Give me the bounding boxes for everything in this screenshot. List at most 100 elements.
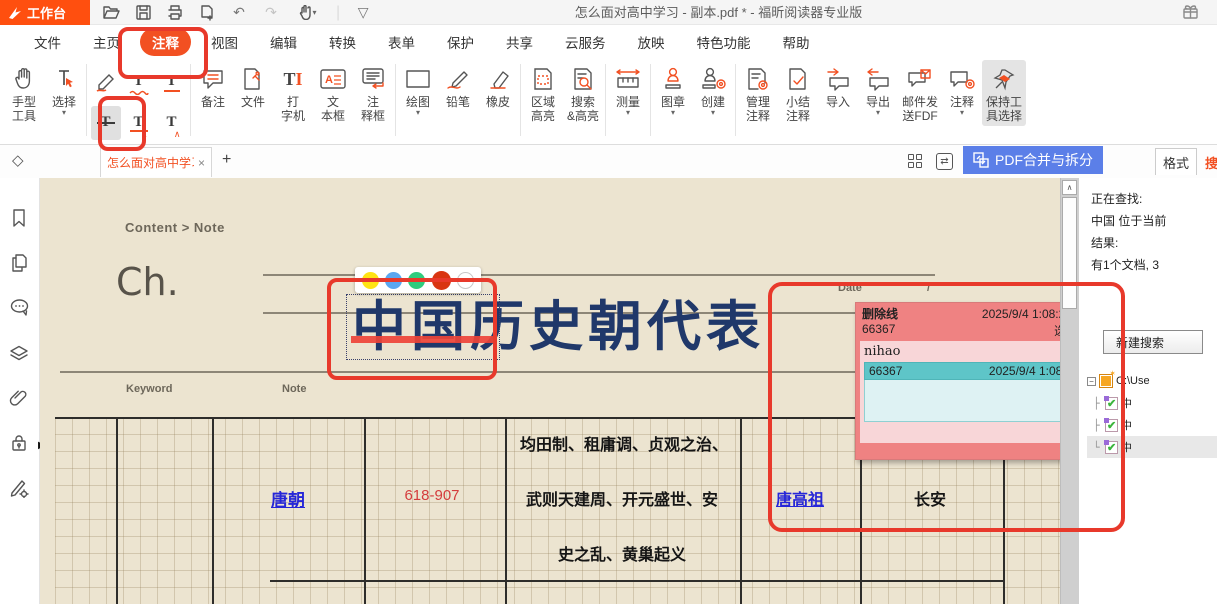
document-page[interactable]: Content > Note Ch. Keyword Note Date / 中… (40, 178, 1100, 604)
comment-popup-note[interactable]: 删除线 2025/9/4 1:08:29 × 66367 选项 ▾ nihao … (855, 302, 1093, 460)
pdf-merge-split-button[interactable]: PDF合并与拆分 (963, 146, 1103, 174)
text-selection-box[interactable] (346, 294, 500, 360)
grid-view-icon[interactable] (908, 154, 923, 169)
comment-settings-button[interactable]: 注释 ▾ (942, 60, 982, 120)
create-stamp-button[interactable]: 创建 ▾ (693, 60, 733, 120)
document-scrollbar[interactable]: ∧ (1060, 178, 1078, 604)
keep-tool-selected-button[interactable]: 保持工 具选择 (982, 60, 1026, 126)
textbox-button[interactable]: A 文 本框 (313, 60, 353, 126)
menu-tab-home[interactable]: 主页 (81, 28, 132, 56)
email-fdf-button[interactable]: 邮件发 送FDF (898, 60, 942, 126)
highlight-text-button[interactable] (91, 65, 121, 99)
menu-tab-features[interactable]: 特色功能 (685, 28, 763, 56)
menu-tab-comment[interactable]: 注释 (140, 28, 191, 56)
menu-tab-convert[interactable]: 转换 (317, 28, 368, 56)
dynasty-link[interactable]: 唐朝 (271, 486, 305, 511)
stamp-dropdown-arrow[interactable]: ▾ (671, 109, 675, 117)
import-comments-button[interactable]: 导入 (818, 60, 858, 112)
collapse-icon[interactable]: − (1087, 377, 1096, 386)
reply-input-area[interactable] (864, 380, 1084, 422)
menu-tab-cloud[interactable]: 云服务 (553, 28, 618, 56)
search-panel-tab[interactable]: 搜 (1205, 153, 1217, 172)
new-search-button[interactable]: 新建搜索 (1103, 330, 1203, 354)
gift-promo-icon[interactable] (1182, 3, 1199, 25)
strikeout-annotation[interactable] (351, 336, 497, 343)
select-dropdown-arrow[interactable]: ▾ (62, 109, 66, 117)
menu-tab-form[interactable]: 表单 (376, 28, 427, 56)
ribbon-toolbar: 手型 工具 选择 ▾ T T T T∧ T∧ 备注 文件 TI 打 字机 (0, 58, 1217, 145)
file-attachment-button[interactable]: 文件 (233, 60, 273, 112)
popup-reply-row[interactable]: 66367 2025/9/4 1:08:29 (864, 362, 1084, 380)
tree-result-row[interactable]: ├ 中 (1087, 392, 1217, 414)
drawing-dropdown-arrow[interactable]: ▾ (416, 109, 420, 117)
layers-panel-button[interactable] (9, 343, 31, 365)
comments-panel-button[interactable] (9, 298, 31, 320)
popup-body[interactable]: nihao 66367 2025/9/4 1:08:29 (860, 341, 1088, 443)
insert-text-button[interactable]: T∧ (157, 106, 187, 140)
export-dropdown-arrow[interactable]: ▾ (876, 109, 880, 117)
search-highlight-button[interactable]: 搜索 &高亮 (563, 60, 603, 126)
callout-button[interactable]: 注 释框 (353, 60, 393, 126)
comment-dropdown-arrow[interactable]: ▾ (960, 109, 964, 117)
document-tab[interactable]: 怎么面对高中学习 - ... × (100, 147, 212, 177)
export-comments-button[interactable]: 导出 ▾ (858, 60, 898, 120)
color-swatch-yellow[interactable] (362, 272, 379, 289)
area-highlight-button[interactable]: 区域 高亮 (523, 60, 563, 126)
bookmarks-panel-button[interactable] (9, 208, 31, 230)
print-button[interactable] (166, 4, 184, 22)
tree-result-row-selected[interactable]: └ 中 (1087, 436, 1217, 458)
replace-text-button[interactable]: T∧ (124, 106, 154, 140)
pencil-button[interactable]: 铅笔 (438, 60, 478, 112)
save-button[interactable] (134, 4, 152, 22)
format-panel-tab[interactable]: 格式 (1155, 148, 1197, 175)
color-swatch-blue[interactable] (385, 272, 402, 289)
strikeout-text-button[interactable]: T (91, 106, 121, 140)
tree-root-row[interactable]: − C:\Use (1087, 370, 1217, 392)
summarize-comments-button[interactable]: 小结 注释 (778, 60, 818, 126)
hand-tool-button[interactable]: 手型 工具 (4, 60, 44, 126)
tree-result-row[interactable]: ├ 中 (1087, 414, 1217, 436)
select-tool-button[interactable]: 选择 ▾ (44, 60, 84, 120)
typewriter-button[interactable]: TI 打 字机 (273, 60, 313, 126)
eraser-button[interactable]: 橡皮 (478, 60, 518, 112)
popup-comment-text[interactable]: nihao (864, 344, 1084, 359)
eraser-diamond-icon[interactable]: ◇ (12, 151, 24, 169)
color-swatch-white[interactable] (457, 272, 474, 289)
pages-panel-button[interactable] (9, 253, 31, 275)
table-border (505, 417, 507, 604)
menu-tab-protect[interactable]: 保护 (435, 28, 486, 56)
stamp-button[interactable]: 图章 ▾ (653, 60, 693, 120)
create-dropdown-arrow[interactable]: ▾ (711, 109, 715, 117)
founder-link[interactable]: 唐高祖 (776, 486, 824, 510)
scrollbar-thumb[interactable] (1062, 197, 1077, 309)
open-file-button[interactable] (102, 4, 120, 22)
squiggly-underline-button[interactable]: T (124, 65, 154, 99)
measure-dropdown-arrow[interactable]: ▾ (626, 109, 630, 117)
scroll-up-button[interactable]: ∧ (1062, 180, 1077, 195)
workspace-button[interactable]: 工作台 (0, 0, 90, 25)
menu-tab-present[interactable]: 放映 (626, 28, 677, 56)
menu-tab-file[interactable]: 文件 (22, 28, 73, 56)
measure-button[interactable]: 测量 ▾ (608, 60, 648, 120)
hand-icon (14, 63, 34, 95)
switch-document-icon[interactable]: ⇄ (936, 153, 953, 170)
new-page-button[interactable] (198, 4, 216, 22)
underline-text-button[interactable]: T (157, 65, 187, 99)
text-markup-group: T T T T∧ T∧ (89, 60, 188, 143)
manage-comments-button[interactable]: 管理 注释 (738, 60, 778, 126)
ribbon-divider (395, 64, 396, 136)
menu-tab-help[interactable]: 帮助 (771, 28, 822, 56)
security-panel-button[interactable] (9, 433, 31, 455)
drawing-button[interactable]: 绘图 ▾ (398, 60, 438, 120)
note-comment-button[interactable]: 备注 (193, 60, 233, 112)
attachments-panel-button[interactable] (9, 388, 31, 410)
menu-tab-share[interactable]: 共享 (494, 28, 545, 56)
signatures-panel-button[interactable] (9, 478, 31, 500)
menu-tab-edit[interactable]: 编辑 (258, 28, 309, 56)
close-tab-icon[interactable]: × (198, 156, 205, 170)
color-swatch-red-selected[interactable] (432, 271, 451, 290)
finding-label: 正在查找: (1091, 190, 1142, 207)
menu-tab-view[interactable]: 视图 (199, 28, 250, 56)
new-tab-button[interactable]: + (222, 151, 231, 169)
color-swatch-green[interactable] (408, 272, 425, 289)
